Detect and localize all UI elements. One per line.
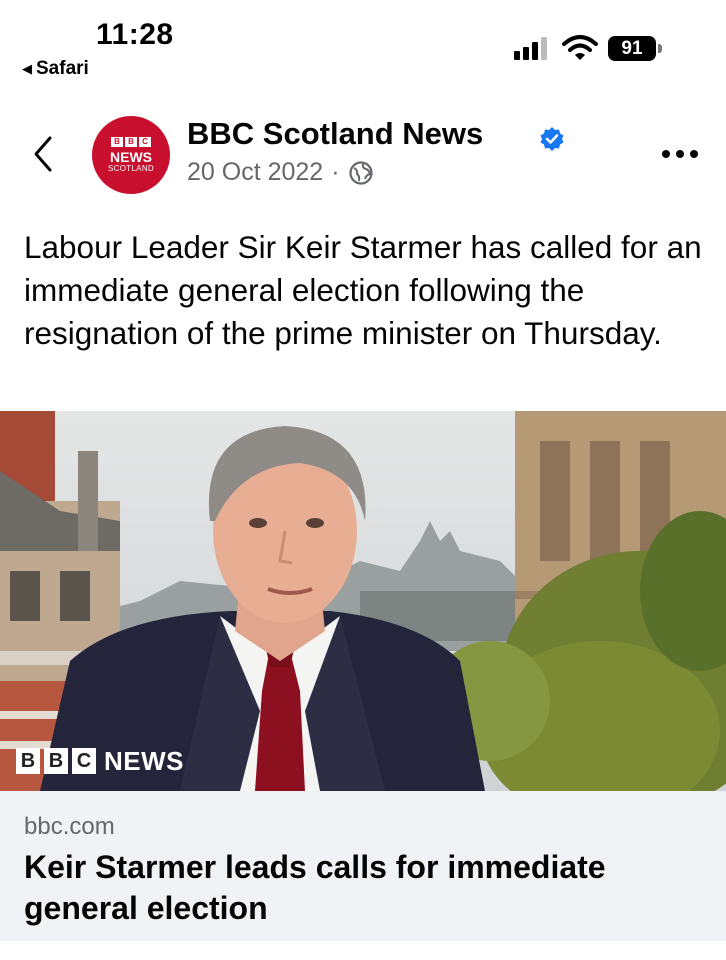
page-avatar[interactable]: BBC NEWS SCOTLAND [92, 116, 170, 194]
watermark-news-text: NEWS [104, 745, 184, 776]
watermark-block-1: B [16, 748, 40, 774]
watermark-block-3: C [72, 748, 96, 774]
verified-badge-icon [540, 127, 564, 151]
chevron-left-icon[interactable] [28, 132, 58, 176]
bbc-logo-blocks: BBC [111, 136, 151, 147]
globe-icon [348, 160, 373, 185]
wifi-icon [562, 35, 598, 60]
back-to-safari-link[interactable]: ◀ Safari [22, 58, 89, 80]
battery-cap [658, 44, 662, 53]
post-header: BBC NEWS SCOTLAND BBC Scotland News 20 O… [0, 104, 726, 204]
post-meta: 20 Oct 2022 · [187, 158, 374, 187]
avatar-news-label: NEWS [110, 148, 152, 165]
avatar-scotland-label: SCOTLAND [108, 163, 154, 173]
watermark-block-2: B [44, 748, 68, 774]
status-bar: 11:28 ◀ Safari 91 [0, 0, 726, 90]
link-preview-image[interactable] [0, 411, 726, 791]
post-message: Labour Leader Sir Keir Starmer has calle… [24, 229, 702, 351]
meta-separator: · [331, 158, 340, 186]
status-time: 11:28 [96, 18, 174, 51]
link-preview-footer[interactable]: bbc.com Keir Starmer leads calls for imm… [0, 791, 726, 941]
news-photo [0, 411, 726, 791]
page-name-link[interactable]: BBC Scotland News [187, 116, 483, 152]
battery-indicator: 91 [608, 36, 656, 61]
bbc-news-watermark: B B C NEWS [16, 745, 184, 776]
back-triangle-icon: ◀ [22, 61, 32, 76]
cellular-signal-icon [514, 36, 552, 60]
post-date[interactable]: 20 Oct 2022 [187, 158, 323, 187]
link-domain: bbc.com [24, 813, 115, 840]
link-title[interactable]: Keir Starmer leads calls for immediate g… [24, 847, 714, 929]
more-options-icon[interactable] [660, 148, 700, 160]
back-app-label: Safari [36, 58, 89, 79]
